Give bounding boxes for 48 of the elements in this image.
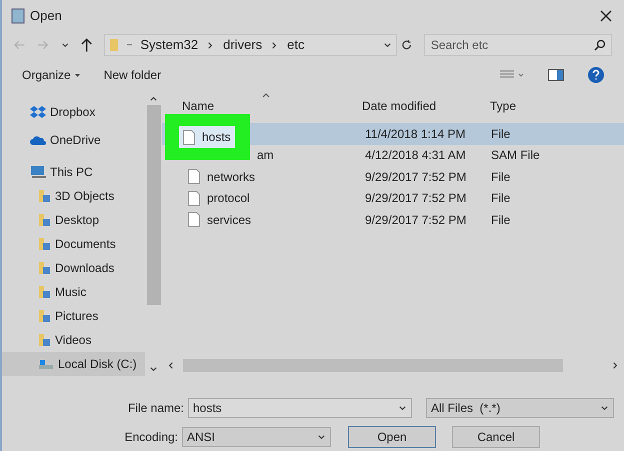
column-header[interactable]: Date modified xyxy=(342,97,475,115)
column-header[interactable]: Name xyxy=(162,97,342,115)
open-button[interactable]: Open xyxy=(348,426,436,448)
organize-menu[interactable]: Organize xyxy=(22,66,80,84)
date-cell-text: 9/29/2017 7:52 PM xyxy=(364,212,468,229)
file-name: protocol xyxy=(207,190,250,208)
breadcrumb-item[interactable]: drivers xyxy=(223,35,262,55)
breadcrumb-item[interactable]: System32 xyxy=(140,35,198,55)
date-cell-text: 9/29/2017 7:52 PM xyxy=(364,190,468,208)
breadcrumb-item[interactable]: etc xyxy=(287,35,304,55)
file-name: am xyxy=(256,147,274,164)
type-cell-text: SAM File xyxy=(490,147,540,164)
file-row[interactable]: networks 9/29/2017 7:52 PM File xyxy=(162,166,624,188)
file-row[interactable]: am 4/12/2018 4:31 AM SAM File xyxy=(162,144,624,166)
sidebar-item[interactable]: Local Disk (C:) xyxy=(2,352,145,376)
type-cell-text: File xyxy=(490,190,510,208)
sidebar-item[interactable]: Dropbox xyxy=(2,100,145,124)
sidebar-item[interactable]: Music xyxy=(2,280,145,304)
cancel-button[interactable]: Cancel xyxy=(452,426,540,448)
file-name: networks xyxy=(207,168,256,186)
file-name: hosts xyxy=(202,129,231,146)
file-row[interactable]: protocol 9/29/2017 7:52 PM File xyxy=(162,188,624,209)
sidebar-item[interactable]: Desktop xyxy=(2,208,145,232)
type-cell-text: File xyxy=(490,212,510,229)
sidebar-item[interactable]: Documents xyxy=(2,232,145,256)
sidebar-item[interactable]: OneDrive xyxy=(2,128,145,152)
type-cell-text: File xyxy=(490,126,510,143)
window-title: Open xyxy=(30,7,62,26)
encoding-label: Encoding: xyxy=(124,429,178,446)
date-cell-text: 11/4/2018 1:14 PM xyxy=(364,126,467,143)
sidebar-item[interactable]: Videos xyxy=(2,328,145,352)
search-field[interactable]: Search etc xyxy=(424,34,612,56)
encoding-dropdown[interactable]: ANSI xyxy=(182,427,331,447)
sidebar-item[interactable]: This PC xyxy=(2,160,145,184)
file-row[interactable]: services 9/29/2017 7:52 PM File xyxy=(162,209,624,230)
column-header[interactable]: Type xyxy=(475,97,516,115)
type-cell-text: File xyxy=(490,168,510,186)
file-type-dropdown[interactable]: All Files (*.*) xyxy=(426,398,614,418)
date-cell-text: 9/29/2017 7:52 PM xyxy=(364,168,468,186)
file-name: services xyxy=(207,212,252,229)
new-folder-button[interactable]: New folder xyxy=(104,66,162,84)
address-bar[interactable]: System32 drivers etc xyxy=(104,34,397,56)
sidebar-item[interactable]: 3D Objects xyxy=(2,184,145,208)
file-name-field[interactable]: hosts xyxy=(188,398,412,418)
file-name-label: File name: xyxy=(126,400,184,417)
date-cell-text: 4/12/2018 4:31 AM xyxy=(364,147,467,164)
sidebar-item[interactable]: Pictures xyxy=(2,304,145,328)
sidebar-item[interactable]: Downloads xyxy=(2,256,145,280)
